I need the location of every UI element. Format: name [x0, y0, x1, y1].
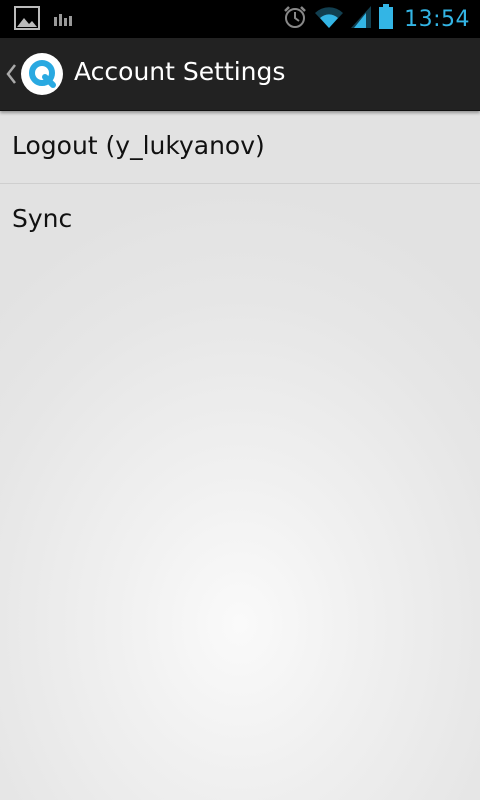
logout-item[interactable]: Logout (y_lukyanov) — [0, 111, 480, 183]
sync-item[interactable]: Sync — [0, 184, 480, 256]
logout-label: Logout (y_lukyanov) — [12, 131, 265, 160]
cell-signal-icon — [350, 5, 372, 33]
settings-list: Logout (y_lukyanov) Sync — [0, 111, 480, 256]
bar-chart-notification-icon[interactable] — [54, 11, 74, 30]
screen-title: Account Settings — [74, 57, 286, 86]
up-navigation-icon[interactable] — [4, 62, 18, 86]
sync-label: Sync — [12, 204, 73, 233]
status-bar: 13:54 — [0, 0, 480, 38]
action-bar: Account Settings — [0, 38, 480, 111]
status-clock: 13:54 — [404, 6, 470, 32]
battery-icon — [378, 4, 394, 34]
alarm-icon — [282, 4, 308, 34]
gallery-notification-icon[interactable] — [14, 6, 40, 34]
wifi-icon — [314, 5, 344, 33]
app-logo-icon[interactable] — [20, 52, 64, 96]
